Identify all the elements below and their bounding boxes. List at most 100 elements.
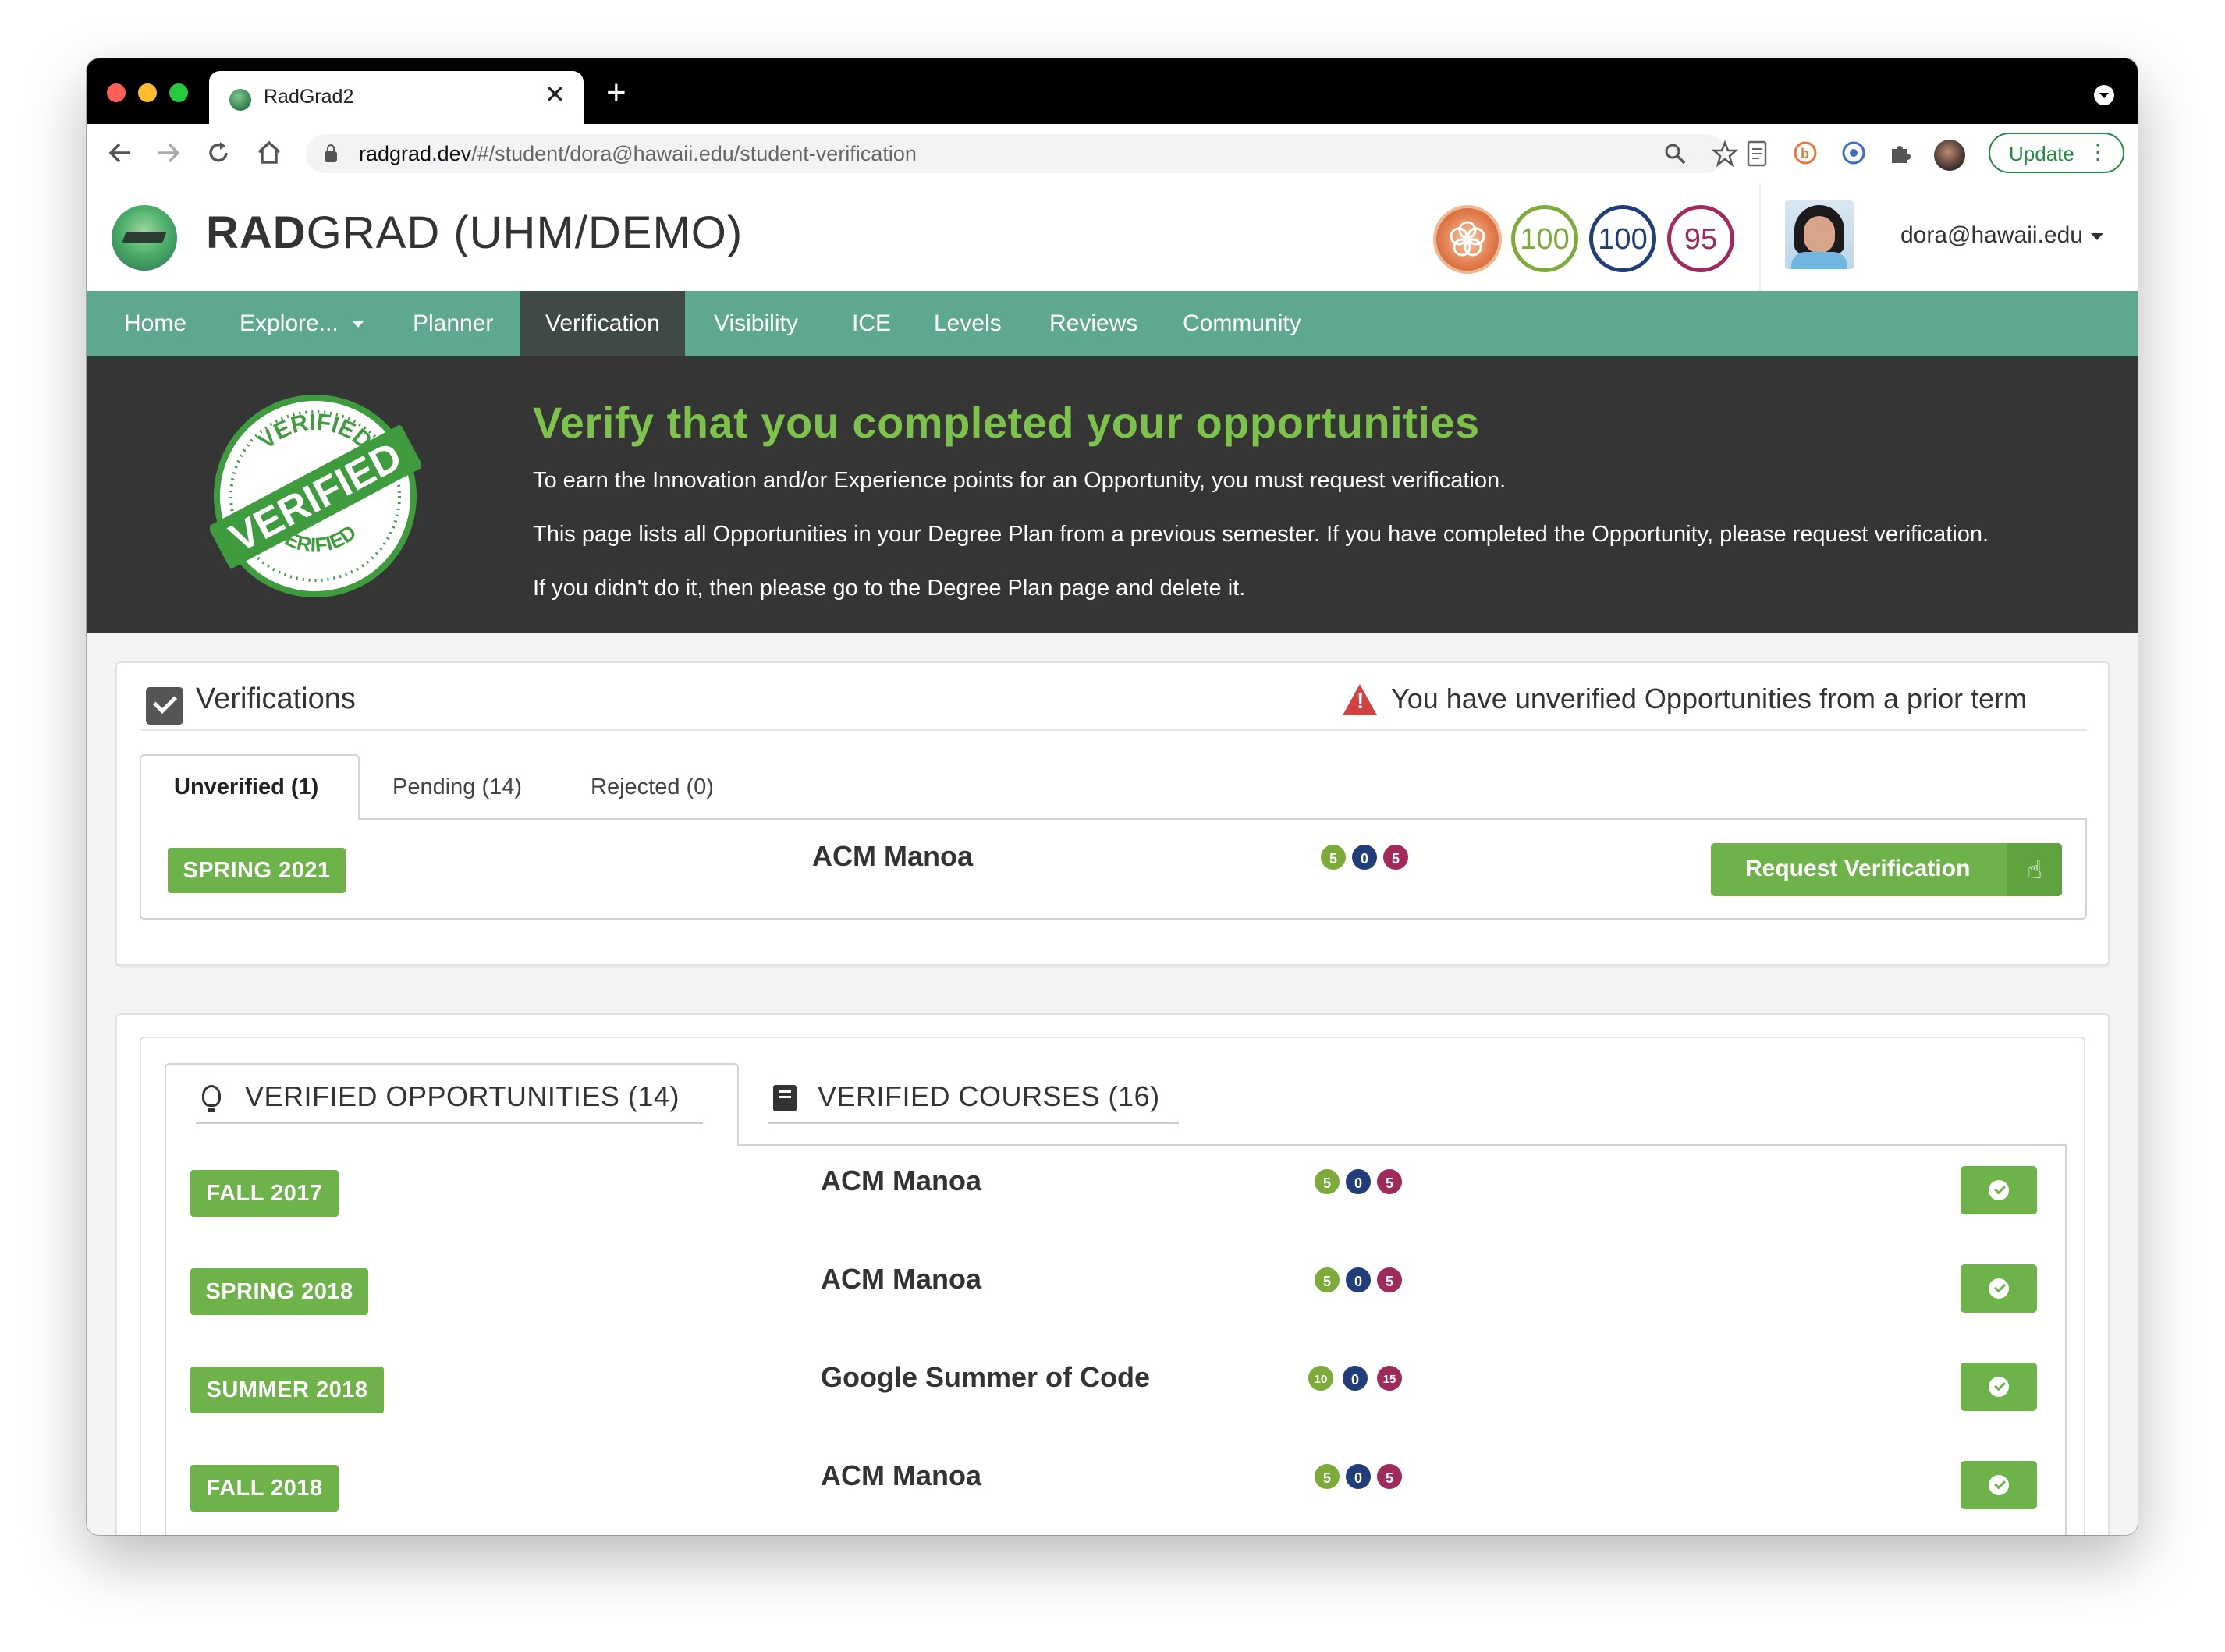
app-header: RADGRAD (UHM/DEMO) 100 100 95 dora@hawai…: [87, 183, 2138, 291]
tab-search-icon[interactable]: [2094, 85, 2114, 105]
term-label: SUMMER 2018: [190, 1367, 384, 1413]
new-tab-icon[interactable]: +: [606, 76, 626, 110]
update-button[interactable]: Update ⋮: [1989, 133, 2124, 173]
close-window-button[interactable]: [107, 83, 126, 102]
tab-unverified-label[interactable]: Unverified (1): [174, 775, 318, 800]
checkbox-checked-icon: [146, 687, 183, 725]
competency-dot: 0: [1344, 1462, 1372, 1491]
experience-dot: 15: [1375, 1364, 1403, 1392]
verified-pane-top: [737, 1144, 2067, 1146]
competency-dot: 0: [1350, 843, 1379, 871]
zoom-icon[interactable]: [1663, 142, 1687, 165]
nav-explore[interactable]: Explore...: [240, 291, 364, 356]
nav-ice[interactable]: ICE: [852, 291, 891, 356]
tab-verified-opportunities-label[interactable]: VERIFIED OPPORTUNITIES (14): [245, 1080, 680, 1113]
tab-verified-courses[interactable]: VERIFIED COURSES (16): [818, 1080, 1160, 1113]
chevron-down-icon: [2090, 232, 2103, 240]
omnibox[interactable]: radgrad.dev/#/student/dora@hawaii.edu/st…: [306, 134, 1738, 173]
opportunity-name[interactable]: ACM Manoa: [821, 1263, 981, 1296]
nav-levels[interactable]: Levels: [934, 291, 1002, 356]
nav-verification[interactable]: Verification: [520, 291, 685, 356]
browser-tab[interactable]: RadGrad2 ✕: [209, 71, 584, 124]
term-label: SPRING 2021: [168, 848, 346, 893]
user-menu[interactable]: dora@hawaii.edu: [1900, 222, 2103, 249]
hero-paragraph-3: If you didn't do it, then please go to t…: [533, 576, 1246, 601]
competency-dot: 0: [1344, 1168, 1372, 1196]
opportunity-name[interactable]: ACM Manoa: [812, 840, 973, 873]
brand-title[interactable]: RADGRAD (UHM/DEMO): [206, 207, 743, 259]
url-text[interactable]: radgrad.dev/#/student/dora@hawaii.edu/st…: [359, 142, 917, 166]
innovation-dot: 5: [1313, 1462, 1341, 1491]
tab-pending[interactable]: Pending (14): [392, 775, 522, 800]
header-divider: [1759, 183, 1761, 291]
hero-paragraph-1: To earn the Innovation and/or Experience…: [533, 468, 1506, 493]
reader-icon[interactable]: [1744, 140, 1770, 168]
tab-underline: [196, 1122, 703, 1124]
verified-check-button[interactable]: [1961, 1166, 2037, 1214]
nav-visibility[interactable]: Visibility: [714, 291, 798, 356]
radgrad-favicon-icon: [229, 89, 251, 111]
opportunity-name[interactable]: Google Summer of Code: [821, 1361, 1150, 1394]
innovation-score[interactable]: 100: [1511, 205, 1578, 272]
nav-planner[interactable]: Planner: [413, 291, 493, 356]
chevron-down-icon: [352, 321, 364, 328]
lightbulb-icon: [202, 1085, 221, 1112]
competency-score[interactable]: 100: [1589, 205, 1656, 272]
tab-underline: [768, 1122, 1179, 1124]
main-nav: Home Explore... Planner Verification Vis…: [87, 291, 2138, 356]
innovation-dot: 5: [1313, 1168, 1341, 1196]
term-label: SPRING 2018: [190, 1268, 368, 1315]
bookmark-star-icon[interactable]: [1712, 140, 1738, 167]
browser-window: RadGrad2 ✕ + radgrad.dev/#/student/dora@…: [87, 58, 2138, 1535]
nav-reviews[interactable]: Reviews: [1049, 291, 1137, 356]
maximize-window-button[interactable]: [169, 83, 188, 102]
verified-pane-left: [165, 1144, 166, 1535]
nav-community[interactable]: Community: [1183, 291, 1301, 356]
verified-pane-right: [2065, 1144, 2067, 1535]
verified-check-button[interactable]: [1961, 1264, 2037, 1313]
extension-c-icon[interactable]: [1840, 140, 1867, 166]
level-badge[interactable]: [1433, 205, 1502, 274]
innovation-dot: 5: [1319, 843, 1347, 871]
opportunity-name[interactable]: ACM Manoa: [821, 1165, 981, 1197]
book-icon: [773, 1085, 797, 1111]
reload-icon[interactable]: [205, 140, 232, 166]
verified-check-button[interactable]: [1961, 1461, 2037, 1509]
flower-icon: [1450, 221, 1485, 257]
experience-score[interactable]: 95: [1667, 205, 1734, 272]
experience-dot: 5: [1375, 1462, 1403, 1491]
radgrad-logo[interactable]: [112, 205, 177, 271]
tab-rejected[interactable]: Rejected (0): [591, 775, 714, 800]
user-avatar[interactable]: [1785, 200, 1854, 269]
hand-pointer-icon: ☝: [2007, 843, 2062, 896]
minimize-window-button[interactable]: [138, 83, 157, 102]
lock-icon: [325, 144, 337, 162]
request-verification-button[interactable]: Request Verification ☝: [1711, 843, 2062, 896]
hero-paragraph-2: This page lists all Opportunities in you…: [533, 522, 1989, 547]
term-label: FALL 2018: [190, 1465, 339, 1512]
home-icon[interactable]: [255, 138, 283, 166]
verified-stamp-icon: VERIFIED VERIFIED VERIFIED: [210, 395, 421, 597]
verifications-title: Verifications: [196, 682, 356, 715]
close-tab-icon[interactable]: ✕: [545, 82, 566, 107]
divider: [140, 729, 2087, 731]
page-title: Verify that you completed your opportuni…: [533, 398, 1480, 447]
term-label: FALL 2017: [190, 1170, 339, 1217]
profile-icon[interactable]: [1934, 140, 1965, 171]
tab-title: RadGrad2: [264, 86, 354, 108]
nav-home[interactable]: Home: [124, 291, 186, 356]
verification-hero: VERIFIED VERIFIED VERIFIED Verify that y…: [87, 356, 2138, 633]
extension-b-icon[interactable]: b: [1792, 140, 1819, 166]
forward-arrow-icon[interactable]: [155, 140, 182, 166]
experience-dot: 5: [1382, 843, 1410, 871]
puzzle-icon[interactable]: [1887, 140, 1914, 166]
browser-tab-bar: RadGrad2 ✕ +: [87, 58, 2138, 124]
warning-icon: [1343, 684, 1377, 715]
opportunity-name[interactable]: ACM Manoa: [821, 1459, 981, 1492]
experience-dot: 5: [1375, 1266, 1403, 1294]
verified-check-button[interactable]: [1961, 1363, 2037, 1411]
back-arrow-icon[interactable]: [107, 140, 133, 166]
experience-dot: 5: [1375, 1168, 1403, 1196]
competency-dot: 0: [1341, 1364, 1369, 1392]
svg-text:b: b: [1801, 146, 1809, 161]
